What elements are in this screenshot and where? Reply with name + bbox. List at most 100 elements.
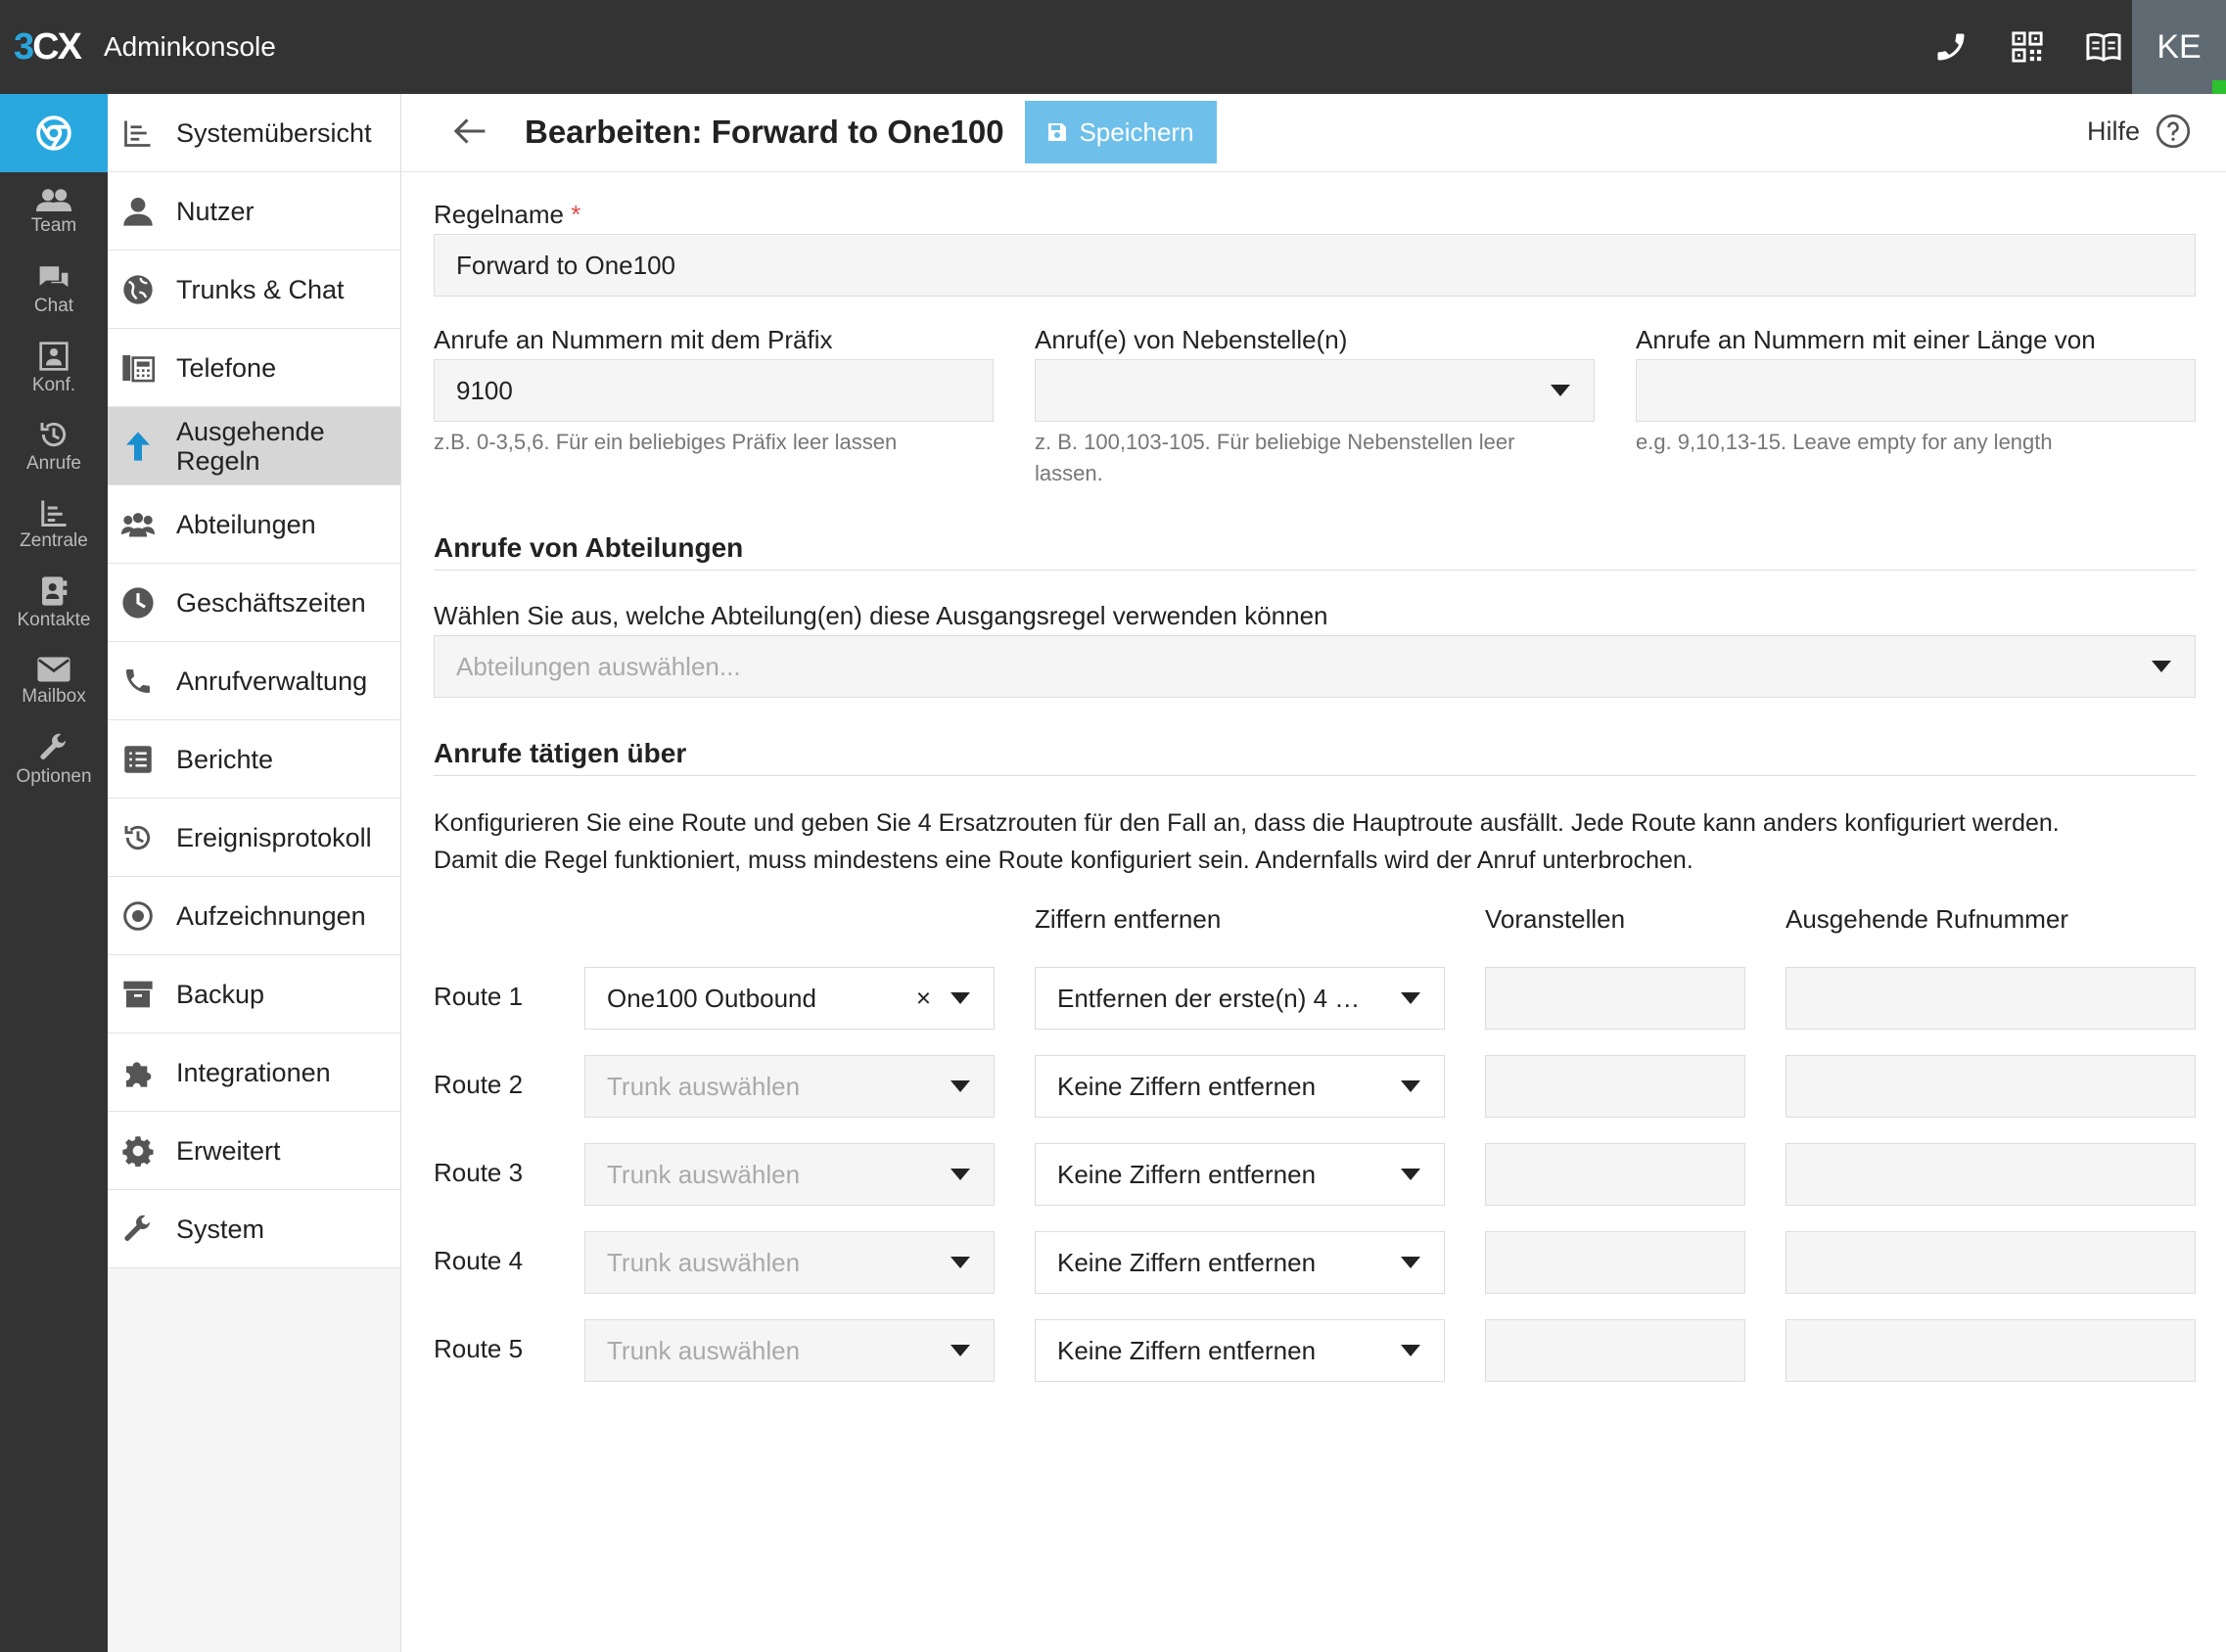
route-label: Route 5 — [434, 1334, 524, 1363]
extensions-label: Anruf(e) von Nebenstelle(n) — [1035, 325, 1348, 354]
route-label: Route 1 — [434, 982, 524, 1011]
menu-item-erweitert[interactable]: Erweitert — [108, 1112, 400, 1190]
rail-contacts[interactable]: Kontakte — [0, 564, 108, 642]
routes-section-title: Anrufe tätigen über — [434, 738, 687, 768]
save-button[interactable]: Speichern — [1025, 101, 1217, 163]
rail-team-label: Team — [30, 214, 77, 236]
route-prepend-input[interactable] — [1485, 1319, 1745, 1382]
menu-item-nutzer[interactable]: Nutzer — [108, 172, 400, 251]
menu-item-ereignisprotokoll[interactable]: Ereignisprotokoll — [108, 799, 400, 877]
section-divider — [434, 570, 2196, 571]
route-prepend-input[interactable] — [1485, 1231, 1745, 1294]
col-strip-digits: Ziffern entfernen — [1035, 904, 1222, 934]
menu-item-label: Berichte — [176, 744, 274, 774]
report-list-icon — [121, 743, 155, 776]
page-header: Bearbeiten: Forward to One100 Speichern … — [401, 94, 2226, 172]
dashboard-icon — [121, 116, 155, 150]
wrench-icon — [121, 1213, 155, 1246]
help-link[interactable]: Hilfe — [2087, 114, 2191, 149]
menu-item-anrufverwaltung[interactable]: Anrufverwaltung — [108, 642, 400, 720]
route-outbound-input[interactable] — [1785, 1055, 2196, 1118]
settings-menu: Systemübersicht Nutzer Trunks & Chat Tel… — [108, 94, 401, 1652]
help-label: Hilfe — [2086, 115, 2140, 146]
route-outbound-input[interactable] — [1785, 1319, 2196, 1382]
menu-item-label: Ereignisprotokoll — [176, 822, 372, 852]
route-trunk-dropdown[interactable]: Trunk auswählen — [584, 1143, 995, 1206]
chat-icon — [39, 265, 69, 287]
phone-icon[interactable] — [1926, 23, 1975, 71]
user-avatar[interactable]: KE — [2132, 0, 2226, 94]
route-strip-dropdown[interactable]: Keine Ziffern entfernen — [1035, 1231, 1445, 1294]
group-icon — [121, 508, 155, 541]
route-strip-dropdown[interactable]: Keine Ziffern entfernen — [1035, 1143, 1445, 1206]
history-icon — [121, 821, 155, 854]
route-label: Route 3 — [434, 1158, 524, 1187]
menu-item-label: Aufzeichnungen — [176, 900, 366, 931]
chevron-down-icon — [1401, 1257, 1420, 1268]
rail-options[interactable]: Optionen — [0, 720, 108, 799]
chevron-down-icon — [951, 1080, 970, 1092]
route-strip-dropdown[interactable]: Entfernen der erste(n) 4 … — [1035, 967, 1445, 1030]
route-outbound-input[interactable] — [1785, 1143, 2196, 1206]
prefix-input[interactable]: 9100 — [434, 359, 994, 422]
home-button[interactable] — [0, 94, 108, 172]
wrench-icon — [40, 733, 66, 759]
rail-conference[interactable]: Konf. — [0, 329, 108, 407]
route-trunk-dropdown[interactable]: One100 Outbound × — [584, 967, 995, 1030]
logo-3: 3 — [14, 25, 34, 68]
route-outbound-input[interactable] — [1785, 1231, 2196, 1294]
menu-item-trunks-chat[interactable]: Trunks & Chat — [108, 251, 400, 329]
menu-item-geschaeftszeiten[interactable]: Geschäftszeiten — [108, 564, 400, 642]
route-prepend-input[interactable] — [1485, 1055, 1745, 1118]
menu-item-berichte[interactable]: Berichte — [108, 720, 400, 799]
route-strip-dropdown[interactable]: Keine Ziffern entfernen — [1035, 1055, 1445, 1118]
chevron-down-icon — [951, 1257, 970, 1268]
qr-code-icon[interactable] — [2003, 23, 2052, 71]
route-prepend-input[interactable] — [1485, 967, 1745, 1030]
desk-phone-icon — [121, 351, 155, 385]
chevron-down-icon — [951, 1345, 970, 1356]
route-prepend-input[interactable] — [1485, 1143, 1745, 1206]
chevron-down-icon — [1401, 1345, 1420, 1356]
route-label: Route 2 — [434, 1070, 524, 1099]
route-strip-value: Keine Ziffern entfernen — [1057, 1335, 1317, 1365]
menu-item-label: Nutzer — [176, 196, 255, 226]
departments-dropdown[interactable]: Abteilungen auswählen... — [434, 635, 2196, 698]
clear-icon[interactable]: × — [916, 984, 931, 1014]
back-button[interactable] — [452, 115, 487, 152]
book-icon[interactable] — [2079, 23, 2128, 71]
rail-mailbox[interactable]: Mailbox — [0, 642, 108, 720]
save-button-label: Speichern — [1079, 116, 1194, 147]
floppy-disk-icon — [1048, 123, 1067, 141]
route-strip-value: Keine Ziffern entfernen — [1057, 1247, 1317, 1277]
menu-item-label: System — [176, 1214, 265, 1244]
rail-calls[interactable]: Anrufe — [0, 407, 108, 485]
rail-team[interactable]: Team — [0, 172, 108, 251]
menu-item-integrationen[interactable]: Integrationen — [108, 1033, 400, 1112]
menu-item-ausgehende-regeln[interactable]: Ausgehende Regeln — [108, 407, 400, 485]
route-trunk-dropdown[interactable]: Trunk auswählen — [584, 1231, 995, 1294]
menu-item-telefone[interactable]: Telefone — [108, 329, 400, 407]
route-trunk-dropdown[interactable]: Trunk auswählen — [584, 1319, 995, 1382]
chevron-down-icon — [1551, 385, 1570, 396]
chrome-icon — [36, 115, 71, 151]
rail-chat[interactable]: Chat — [0, 251, 108, 329]
switchboard-icon — [41, 500, 67, 527]
rail-switchboard[interactable]: Zentrale — [0, 485, 108, 564]
menu-item-abteilungen[interactable]: Abteilungen — [108, 485, 400, 564]
rail-conference-label: Konf. — [31, 374, 76, 395]
menu-item-system[interactable]: System — [108, 1190, 400, 1268]
length-label: Anrufe an Nummern mit einer Länge von — [1636, 325, 2096, 354]
top-bar: 3 CX Adminkonsole KE — [0, 0, 2226, 94]
rail-mailbox-label: Mailbox — [22, 685, 86, 707]
length-input[interactable] — [1636, 359, 2196, 422]
menu-item-aufzeichnungen[interactable]: Aufzeichnungen — [108, 877, 400, 955]
menu-item-systemuebersicht[interactable]: Systemübersicht — [108, 94, 400, 172]
route-outbound-input[interactable] — [1785, 967, 2196, 1030]
extensions-dropdown[interactable] — [1035, 359, 1595, 422]
menu-item-backup[interactable]: Backup — [108, 955, 400, 1033]
col-prepend: Voranstellen — [1485, 904, 1626, 934]
rule-name-input[interactable]: Forward to One100 — [434, 234, 2196, 297]
route-trunk-dropdown[interactable]: Trunk auswählen — [584, 1055, 995, 1118]
route-strip-dropdown[interactable]: Keine Ziffern entfernen — [1035, 1319, 1445, 1382]
